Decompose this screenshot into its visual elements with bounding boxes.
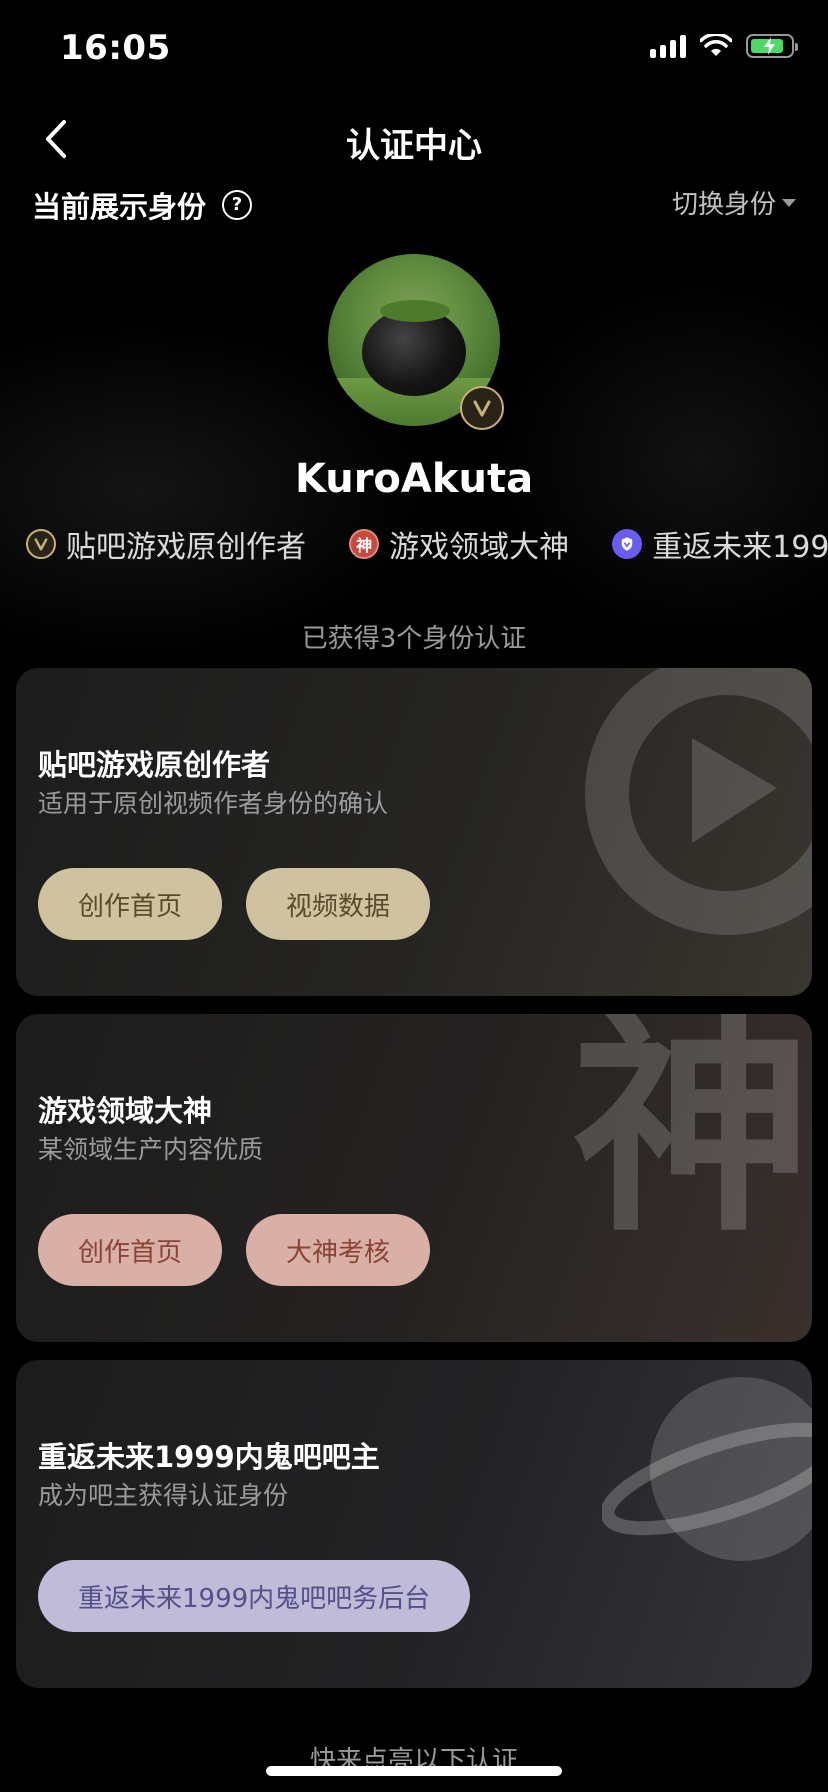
- switch-identity-label: 切换身份: [671, 190, 776, 220]
- video-data-button[interactable]: 视频数据: [246, 868, 431, 940]
- status-icons: [650, 34, 798, 58]
- bar-admin-backend-button[interactable]: 重返未来1999内鬼吧吧务后台: [38, 1560, 471, 1632]
- shen-watermark-icon: 神: [571, 1014, 812, 1264]
- tag-label: 重返未来1999: [652, 530, 828, 565]
- play-circle-icon: [585, 668, 812, 935]
- card-buttons: 创作首页 视频数据: [38, 868, 431, 940]
- username: KuroAkuta: [294, 456, 534, 502]
- avatar-container[interactable]: [328, 254, 504, 430]
- status-time: 16:05: [60, 28, 171, 68]
- wifi-icon: [700, 34, 732, 56]
- card-desc: 适用于原创视频作者身份的确认: [38, 789, 389, 818]
- page-title: 认证中心: [346, 126, 482, 166]
- card-title: 重返未来1999内鬼吧吧主: [38, 1440, 380, 1474]
- shen-badge-icon: 神: [349, 529, 380, 559]
- home-indicator[interactable]: [266, 1766, 562, 1776]
- caret-down-icon: [782, 198, 796, 207]
- v-icon: [473, 400, 491, 417]
- cellular-signal-icon: [650, 34, 686, 58]
- battery-icon: [746, 34, 798, 58]
- question-circle-icon[interactable]: ?: [222, 190, 252, 220]
- tag-label: 游戏领域大神: [389, 530, 570, 565]
- card-title: 贴吧游戏原创作者: [38, 748, 271, 782]
- shield-badge-icon: [612, 529, 643, 559]
- current-identity-row: 当前展示身份 ? 切换身份: [32, 184, 796, 228]
- tag-game-original-creator[interactable]: 贴吧游戏原创作者: [26, 522, 306, 566]
- card-game-original-creator: 贴吧游戏原创作者 适用于原创视频作者身份的确认 创作首页 视频数据: [16, 668, 812, 996]
- identity-tags: 贴吧游戏原创作者 神 游戏领域大神 重返未来1999: [26, 522, 828, 566]
- card-game-domain-master: 神 游戏领域大神 某领域生产内容优质 创作首页 大神考核: [16, 1014, 812, 1342]
- current-identity-label: 当前展示身份: [32, 190, 207, 224]
- card-buttons: 重返未来1999内鬼吧吧务后台: [38, 1560, 471, 1632]
- card-bar-owner: 重返未来1999内鬼吧吧主 成为吧主获得认证身份 重返未来1999内鬼吧吧务后台: [16, 1360, 812, 1688]
- charging-bolt-icon: [764, 37, 775, 55]
- card-buttons: 创作首页 大神考核: [38, 1214, 431, 1286]
- verified-v-badge-icon: [460, 386, 504, 430]
- planet-icon: [602, 1377, 812, 1561]
- status-bar: 16:05: [0, 0, 828, 100]
- master-review-button[interactable]: 大神考核: [246, 1214, 431, 1286]
- tag-game-domain-master[interactable]: 神 游戏领域大神: [349, 522, 569, 566]
- v-badge-icon: [26, 529, 56, 559]
- nav-bar: 认证中心: [0, 100, 828, 180]
- tag-reverse-1999[interactable]: 重返未来1999: [612, 522, 828, 566]
- certification-count: 已获得3个身份认证: [301, 624, 527, 654]
- card-desc: 成为吧主获得认证身份: [38, 1481, 289, 1510]
- avatar-moss: [380, 300, 450, 322]
- switch-identity-button[interactable]: 切换身份: [672, 184, 796, 221]
- card-desc: 某领域生产内容优质: [38, 1135, 264, 1164]
- card-title: 游戏领域大神: [38, 1094, 213, 1128]
- creator-home-button[interactable]: 创作首页: [38, 1214, 223, 1286]
- tag-label: 贴吧游戏原创作者: [66, 530, 306, 565]
- creator-home-button[interactable]: 创作首页: [38, 868, 223, 940]
